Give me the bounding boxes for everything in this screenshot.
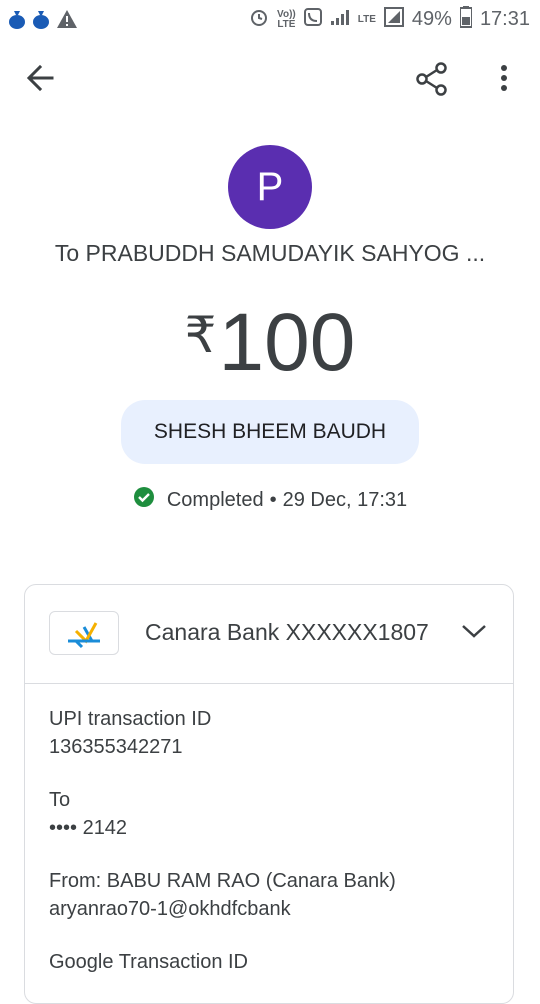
canara-bank-logo [49, 611, 119, 655]
bank-account-name: Canara Bank XXXXXX1807 [145, 619, 429, 645]
status-bar: Vo)) LTE LTE 49% 17:31 [0, 0, 540, 40]
detail-label: UPI transaction ID [49, 708, 212, 730]
arrow-back-icon [26, 64, 54, 92]
detail-value: 136355342271 [49, 736, 183, 758]
transaction-status: Completed • 29 Dec, 17:31 [0, 486, 540, 514]
volte-icon: Vo)) LTE [277, 8, 296, 30]
detail-label: To [49, 789, 71, 811]
warning-icon [56, 9, 78, 34]
alarm-icon [249, 7, 269, 32]
system-icons: Vo)) LTE LTE 49% 17:31 [249, 6, 530, 33]
detail-google-transaction-id: Google Transaction ID [49, 948, 396, 976]
check-circle-icon [133, 486, 155, 514]
avatar: P [228, 145, 312, 229]
back-button[interactable] [24, 62, 60, 94]
detail-from: From: BABU RAM RAO (Canara Bank) aryanra… [49, 867, 396, 923]
signal-icon [330, 8, 350, 31]
share-icon [416, 62, 447, 96]
currency-symbol: ₹ [184, 307, 217, 363]
detail-upi-transaction-id: UPI transaction ID 136355342271 [49, 705, 396, 761]
detail-value: aryanrao70-1@okhdfcbank [49, 898, 291, 920]
detail-label: From: BABU RAM RAO (Canara Bank) [49, 870, 396, 892]
payment-note: SHESH BHEEM BAUDH [121, 400, 419, 464]
detail-to: To •••• 2142 [49, 786, 396, 842]
money-bag-icon [8, 8, 26, 35]
chevron-down-icon [462, 625, 486, 638]
battery-percent: 49% [411, 8, 452, 30]
phone-call-icon [303, 8, 322, 31]
transaction-datetime: 29 Dec, 17:31 [282, 488, 408, 511]
detail-value: •••• 2142 [49, 817, 128, 839]
recipient-name: To PRABUDDH SAMUDAYIK SAHYOG ... [54, 240, 486, 266]
notification-icons [8, 8, 78, 35]
more-options-button[interactable] [490, 62, 518, 96]
money-bag-icon [32, 8, 50, 35]
payment-amount: ₹100 [0, 290, 540, 411]
toolbar [0, 50, 540, 106]
amount-value: 100 [218, 297, 356, 388]
share-button[interactable] [414, 62, 450, 96]
clock: 17:31 [479, 8, 530, 30]
transaction-details-card: Canara Bank XXXXXX1807 UPI transaction I… [24, 584, 514, 1004]
network-type: LTE [357, 13, 376, 25]
battery-icon [458, 6, 473, 33]
separator-dot: • [269, 488, 277, 511]
status-text: Completed [166, 488, 264, 511]
more-vert-icon [501, 65, 507, 91]
details-list: UPI transaction ID 136355342271 To •••• … [49, 705, 396, 1001]
signal-icon [383, 7, 404, 32]
bank-account-row[interactable]: Canara Bank XXXXXX1807 [25, 585, 513, 684]
detail-label: Google Transaction ID [49, 951, 248, 973]
